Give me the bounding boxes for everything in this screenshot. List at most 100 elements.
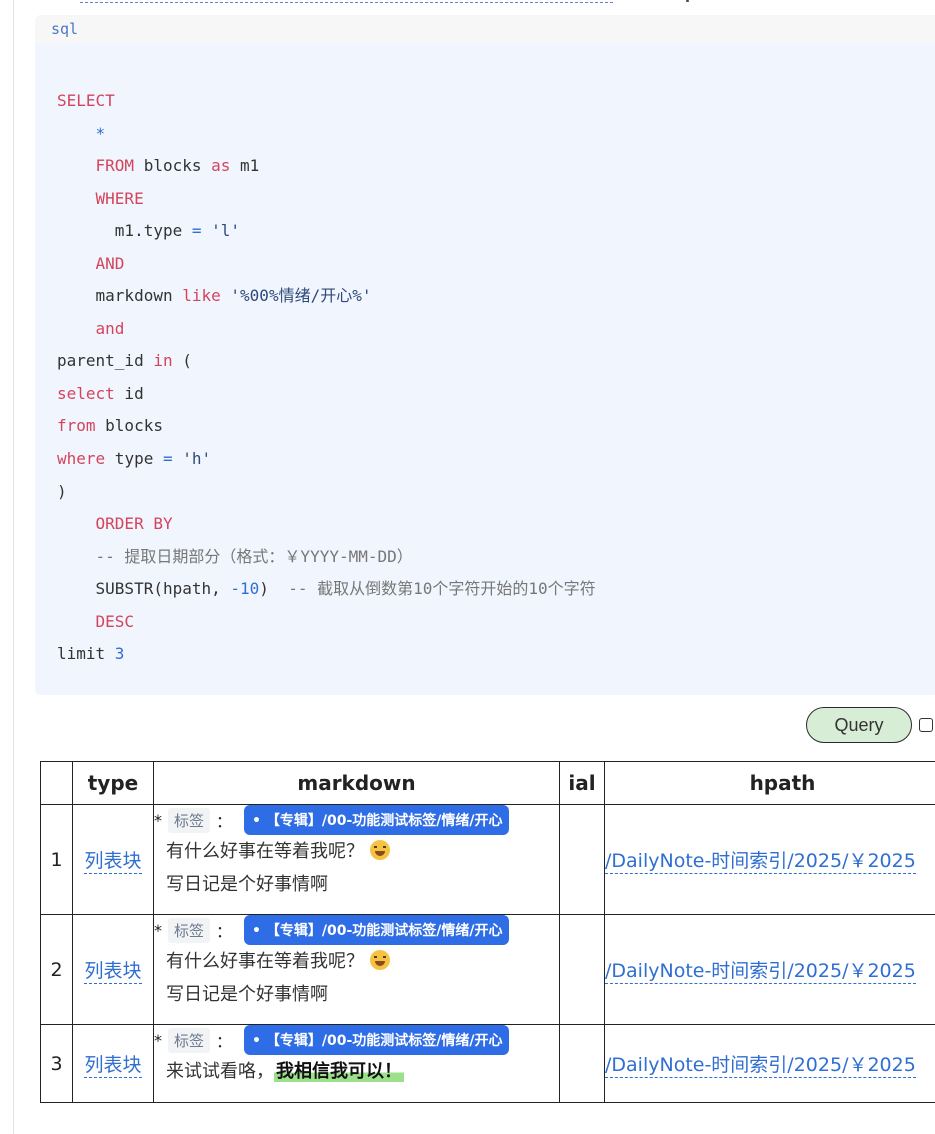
code-token-kw: and: [95, 318, 125, 338]
markdown-line: 有什么好事在等着我呢？: [154, 945, 559, 978]
code-line: *: [57, 124, 106, 143]
code-token-kw: FROM: [95, 156, 135, 176]
column-header-ial: ial: [559, 761, 605, 805]
code-line: markdown like '%00%情绪/开心%': [57, 286, 372, 306]
code-line: FROM blocks as m1: [57, 156, 260, 176]
code-line: and: [57, 318, 125, 338]
table-row: 3 列表块 * 标签 ： • 【专辑】/00-功能测试标签/情绪/开心 来试试看…: [40, 1024, 935, 1103]
tag-colon: ：: [216, 812, 233, 831]
tag-line: * 标签 ： • 【专辑】/00-功能测试标签/情绪/开心: [154, 805, 559, 835]
tag-line: * 标签 ： • 【专辑】/00-功能测试标签/情绪/开心: [154, 1025, 559, 1055]
code-line: WHERE: [57, 189, 144, 208]
code-token-plain: type: [105, 449, 163, 469]
code-token-num: =: [162, 449, 173, 469]
code-token-cm: -- 提取日期部分（格式：￥YYYY-MM-DD）: [95, 546, 413, 566]
bullet-star: *: [154, 1030, 162, 1050]
markdown-text: 有什么好事在等着我呢？: [166, 841, 364, 862]
code-token-plain: parent_id: [57, 351, 154, 371]
code-line: ORDER BY: [57, 514, 173, 533]
markdown-cell: * 标签 ： • 【专辑】/00-功能测试标签/情绪/开心 来试试看咯， 我相信我…: [153, 1024, 560, 1103]
code-token-plain: (: [172, 351, 192, 371]
type-cell: 列表块: [72, 804, 154, 915]
column-header-type: type: [72, 761, 154, 805]
code-line: ): [57, 482, 67, 501]
markdown-text: 来试试看咯，: [166, 1061, 274, 1082]
table-row: 2 列表块 * 标签 ： • 【专辑】/00-功能测试标签/情绪/开心 有什么好…: [40, 914, 935, 1025]
hpath-link[interactable]: /DailyNote-时间索引/2025/￥2025: [605, 850, 916, 874]
code-line: -- 提取日期部分（格式：￥YYYY-MM-DD）: [57, 547, 413, 566]
code-token-plain: ): [259, 579, 289, 599]
code-token-kw: DESC: [95, 611, 135, 631]
hpath-link[interactable]: /DailyNote-时间索引/2025/￥2025: [605, 960, 916, 984]
block-type-link[interactable]: 列表块: [84, 850, 142, 874]
code-token-plain: SUBSTR(hpath,: [57, 579, 231, 599]
code-token-plain: markdown: [57, 286, 183, 306]
code-token-plain: blocks: [134, 156, 212, 176]
code-token-plain: m1.type: [57, 221, 192, 241]
code-token-kw: AND: [95, 253, 125, 273]
sql-code-block[interactable]: sql SELECT * FROM blocks as m1 WHERE m1.…: [35, 15, 935, 695]
code-token-plain: m1: [230, 156, 260, 176]
query-button[interactable]: Query: [806, 707, 912, 743]
code-token-kw: where: [57, 449, 106, 469]
code-line: AND: [57, 253, 125, 273]
code-token-str: '%00%情绪/开心%': [230, 286, 372, 306]
code-line: parent_id in (: [57, 351, 192, 370]
code-token-plain: ): [57, 481, 67, 501]
code-token-kw: ORDER BY: [95, 514, 173, 534]
block-type-link[interactable]: 列表块: [84, 1054, 142, 1078]
tag-line: * 标签 ： • 【专辑】/00-功能测试标签/情绪/开心: [154, 915, 559, 945]
markdown-cell: * 标签 ： • 【专辑】/00-功能测试标签/情绪/开心 有什么好事在等着我呢…: [153, 914, 560, 1025]
query-result-table: type markdown ial hpath 1 列表块 * 标签 ： • 【…: [40, 761, 935, 1103]
code-token-kw: in: [153, 351, 173, 371]
code-token-kw: SELECT: [57, 91, 115, 110]
table-row: 1 列表块 * 标签 ： • 【专辑】/00-功能测试标签/情绪/开心 有什么好…: [40, 804, 935, 915]
hpath-cell: /DailyNote-时间索引/2025/￥2025: [604, 1024, 935, 1103]
hpath-link[interactable]: /DailyNote-时间索引/2025/￥2025: [605, 1054, 916, 1078]
code-token-kw: like: [182, 286, 221, 306]
column-header-hpath: hpath: [604, 761, 935, 805]
code-token-kw: as: [211, 156, 231, 176]
code-token-plain: id: [114, 383, 144, 403]
row-index: 2: [40, 914, 73, 1025]
code-language-label[interactable]: sql: [51, 20, 78, 38]
tag-pill[interactable]: • 【专辑】/00-功能测试标签/情绪/开心: [244, 915, 509, 945]
tag-label: 标签: [168, 807, 211, 833]
code-token-plain: limit: [57, 644, 115, 664]
ial-cell: [559, 804, 605, 915]
type-cell: 列表块: [72, 1024, 154, 1103]
tag-colon: ：: [216, 1032, 233, 1051]
query-option-checkbox[interactable]: [919, 718, 933, 732]
code-token-str: 'l': [211, 221, 241, 241]
code-token-kw: from: [57, 416, 96, 436]
tag-colon: ：: [216, 922, 233, 941]
ial-cell: [559, 914, 605, 1025]
markdown-line: 写日记是个好事情啊: [166, 984, 328, 1005]
block-type-link[interactable]: 列表块: [84, 960, 142, 984]
tag-label: 标签: [168, 1027, 211, 1053]
tag-pill[interactable]: • 【专辑】/00-功能测试标签/情绪/开心: [244, 805, 509, 835]
tag-pill[interactable]: • 【专辑】/00-功能测试标签/情绪/开心: [244, 1025, 509, 1055]
column-header-markdown: markdown: [153, 761, 560, 805]
sql-code[interactable]: SELECT * FROM blocks as m1 WHERE m1.type…: [57, 85, 596, 671]
code-line: SELECT: [57, 91, 115, 110]
code-token-kw: select: [57, 383, 115, 403]
tag-label: 标签: [168, 917, 211, 943]
grinning-emoji-icon: [370, 950, 390, 970]
code-line: from blocks: [57, 416, 163, 435]
code-token-kw: WHERE: [95, 188, 144, 208]
previous-text-fragment: [686, 0, 689, 2]
code-line: m1.type = 'l': [57, 221, 240, 240]
editor-left-border: [13, 0, 14, 1134]
type-cell: 列表块: [72, 914, 154, 1025]
code-line: select id: [57, 384, 144, 403]
code-block-header: sql: [35, 15, 935, 43]
